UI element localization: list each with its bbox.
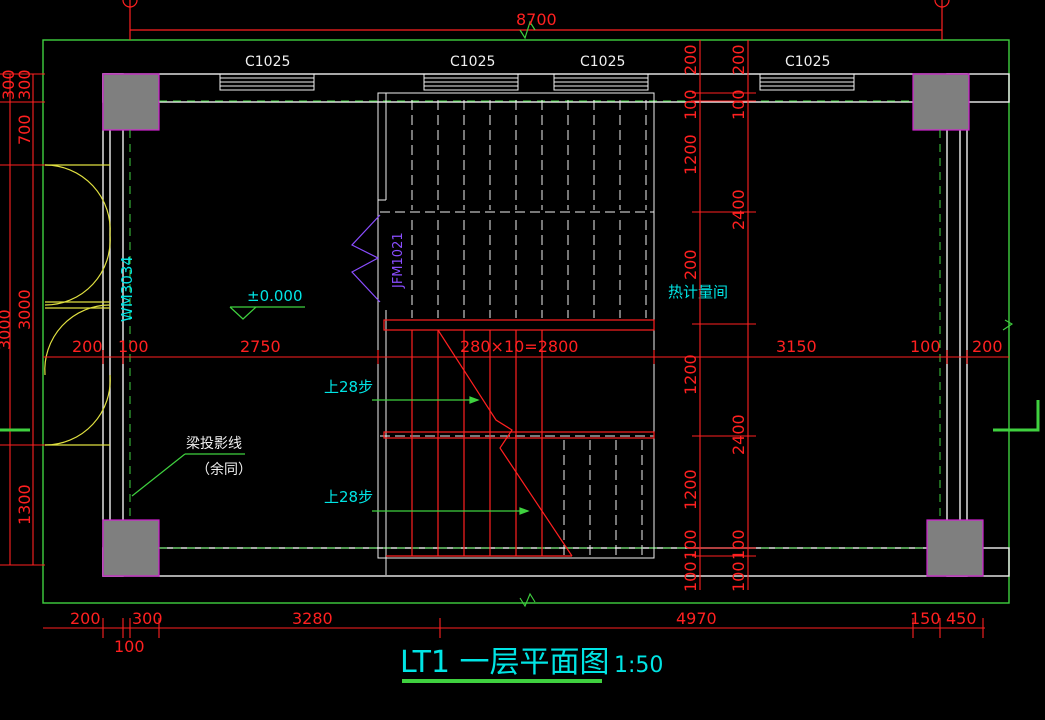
level-mark — [229, 306, 305, 320]
stair-treads — [380, 100, 654, 555]
room-label: 热计量间 — [668, 283, 728, 301]
stair-dim-b-6: 100 — [729, 561, 748, 592]
walls — [102, 73, 1010, 577]
stair-dim-b-3: 2400 — [729, 189, 748, 230]
window-label-3: C1025 — [580, 54, 625, 70]
drawing-scale: 1:50 — [614, 653, 663, 678]
section-marks — [0, 400, 1040, 432]
inner-door — [351, 214, 381, 303]
entrance-door — [44, 164, 111, 446]
left-dim-3: 700 — [15, 114, 34, 145]
stair-dim-a-2: 100 — [681, 89, 700, 120]
stair-dim-a-4: 200 — [681, 249, 700, 280]
bottom-dim-5: 150 — [910, 609, 941, 628]
bottom-dim-6: 450 — [946, 609, 977, 628]
window-label-4: C1025 — [785, 54, 830, 70]
top-dimension: 8700 — [122, 0, 950, 40]
bottom-dim-extra: 100 — [114, 637, 145, 656]
left-dim-outer: 3000 — [0, 309, 14, 350]
door-code-left: WM3034 — [118, 256, 136, 322]
stair-up-label-1: 上28步 — [324, 378, 373, 396]
beam-note-2: （余同） — [196, 461, 252, 478]
bottom-dim-1: 200 — [70, 609, 101, 628]
window-label-1: C1025 — [245, 54, 290, 70]
mid-dim-4: 3150 — [776, 337, 817, 356]
mid-dim-5: 100 — [910, 337, 941, 356]
stair-dim-b-2: 100 — [729, 89, 748, 120]
stair-dim-a-8: 100 — [681, 561, 700, 592]
windows — [219, 73, 855, 91]
stair-dim-a-1: 200 — [681, 44, 700, 75]
cad-drawing-canvas: 8700 C1025 C1025 C1025 C1025 WM3034 JFM1… — [0, 0, 1045, 720]
window-label-2: C1025 — [450, 54, 495, 70]
stair-dim-a-5: 1200 — [681, 354, 700, 395]
bottom-dim-2: 300 — [132, 609, 163, 628]
overall-dimension: 8700 — [516, 10, 557, 29]
left-dim-5: 1300 — [15, 484, 34, 525]
drawing-title: LT1 一层平面图 — [400, 645, 610, 680]
left-dim-4: 3000 — [15, 289, 34, 330]
beam-note: 梁投影线 — [186, 436, 242, 452]
stair-vertical-dimensions — [692, 40, 756, 590]
stair-dim-a-6: 1200 — [681, 469, 700, 510]
stair-dim-a-7: 100 — [681, 529, 700, 560]
bottom-dimension-line — [43, 592, 985, 638]
stair-formula: 280×10=2800 — [460, 337, 578, 356]
mid-dim-3: 2750 — [240, 337, 281, 356]
stair-dim-a-3: 1200 — [681, 134, 700, 175]
bottom-dim-3: 3280 — [292, 609, 333, 628]
drawing-border — [42, 39, 1010, 604]
stair-up-label-2: 上28步 — [324, 488, 373, 506]
stair-dim-b-4: 2400 — [729, 414, 748, 455]
beam-projection-lines — [129, 100, 941, 549]
mid-dim-1: 200 — [72, 337, 103, 356]
door-code-inner: JFM1021 — [391, 232, 406, 289]
bottom-dim-4: 4970 — [676, 609, 717, 628]
mid-dim-2: 100 — [118, 337, 149, 356]
stair-dim-b-1: 200 — [729, 44, 748, 75]
left-dim-2: 300 — [15, 69, 34, 100]
columns — [102, 73, 984, 577]
stair-dim-b-5: 100 — [729, 529, 748, 560]
mid-dim-6: 200 — [972, 337, 1003, 356]
level-text: ±0.000 — [247, 287, 303, 305]
